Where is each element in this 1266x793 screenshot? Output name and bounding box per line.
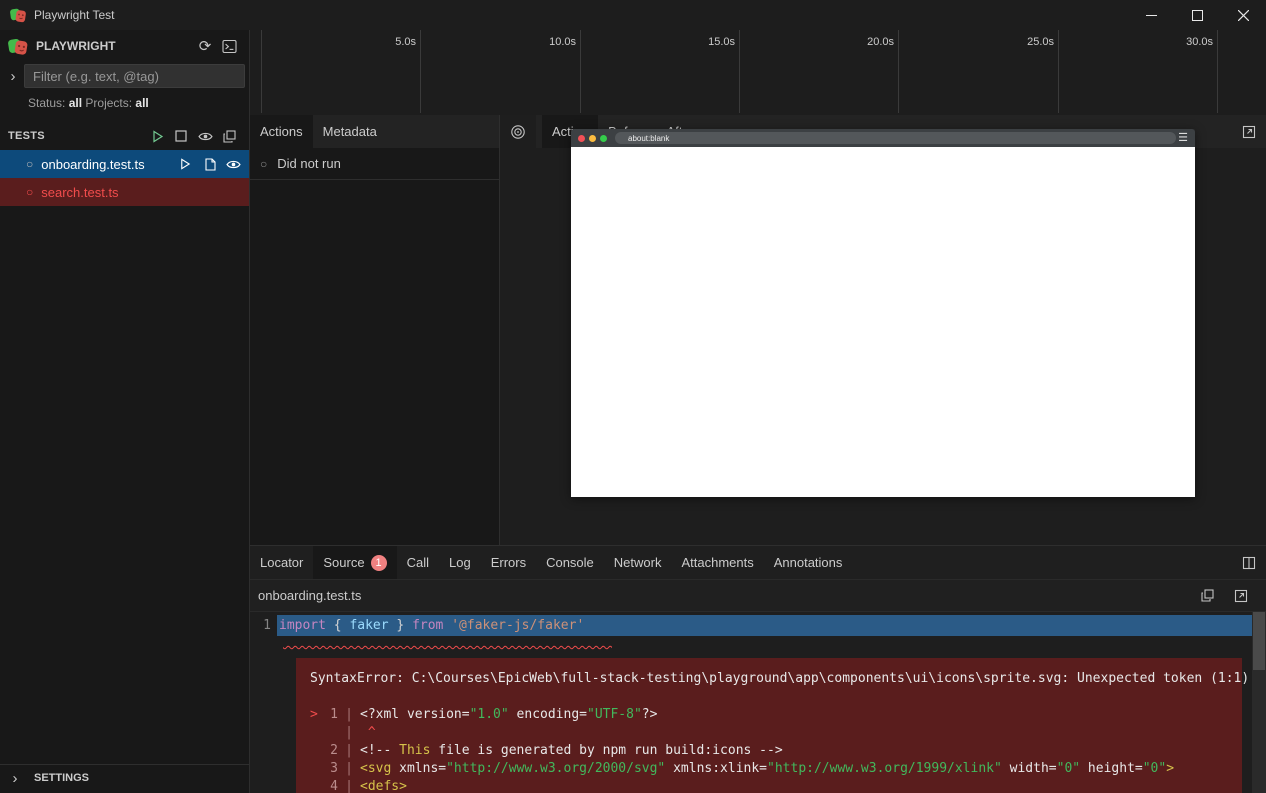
traffic-light-green-icon <box>600 135 607 142</box>
test-item-label: onboarding.test.ts <box>41 157 173 172</box>
tests-title: TESTS <box>8 130 145 142</box>
window-titlebar: Playwright Test <box>0 0 1266 30</box>
run-test-icon[interactable] <box>173 153 197 175</box>
watch-test-eye-icon[interactable] <box>221 153 245 175</box>
error-frame-line: > 1 | <?xml version="1.0" encoding="UTF-… <box>310 706 1226 724</box>
actions-tabbar: Actions Metadata <box>250 115 499 148</box>
actions-panel: Actions Metadata ○ Did not run <box>250 115 500 545</box>
timeline-tick-label: 15.0s <box>675 36 735 48</box>
terminal-icon[interactable] <box>217 34 241 58</box>
open-source-external-icon[interactable] <box>1224 589 1258 603</box>
tab-console[interactable]: Console <box>536 546 604 579</box>
test-item-search[interactable]: ○ search.test.ts <box>0 178 249 206</box>
details-tabbar: Locator Source 1 Call Log Errors Console… <box>250 546 1266 579</box>
tab-attachments[interactable]: Attachments <box>671 546 763 579</box>
tab-errors[interactable]: Errors <box>481 546 536 579</box>
settings-section-header[interactable]: › SETTINGS <box>0 764 249 791</box>
snapshot-panel: Action Before After about:blank ☰ <box>500 115 1266 545</box>
browser-snapshot: about:blank ☰ <box>571 129 1195 497</box>
error-message: SyntaxError: C:\Courses\EpicWeb\full-sta… <box>310 670 1226 688</box>
error-frame-line: 4 | <defs> <box>310 778 1226 793</box>
test-item-onboarding[interactable]: ○ onboarding.test.ts <box>0 150 249 178</box>
timeline-tick-label: 30.0s <box>1153 36 1213 48</box>
source-file-bar: onboarding.test.ts <box>250 579 1266 612</box>
error-squiggle <box>283 636 1266 646</box>
open-snapshot-external-icon[interactable] <box>1232 115 1266 148</box>
test-status-circle-icon: ○ <box>26 185 33 199</box>
tab-metadata[interactable]: Metadata <box>313 115 387 148</box>
timeline-ruler[interactable]: 5.0s 10.0s 15.0s 20.0s 25.0s 30.0s <box>250 30 1266 115</box>
projects-value: all <box>135 96 148 110</box>
error-frame-line: 2 | <!-- This file is generated by npm r… <box>310 742 1226 760</box>
window-title: Playwright Test <box>34 8 114 22</box>
status-circle-icon: ○ <box>260 157 267 171</box>
refresh-icon[interactable]: ⟳ <box>193 34 217 58</box>
hamburger-menu-icon[interactable]: ☰ <box>1178 133 1188 144</box>
tab-annotations[interactable]: Annotations <box>764 546 853 579</box>
playwright-masks-icon <box>8 37 28 55</box>
scrollbar-thumb[interactable] <box>1253 612 1265 670</box>
tab-source[interactable]: Source 1 <box>313 546 396 579</box>
chevron-right-icon[interactable]: › <box>2 68 24 85</box>
stop-icon[interactable] <box>169 125 193 147</box>
run-all-icon[interactable] <box>145 125 169 147</box>
test-item-label: search.test.ts <box>41 185 245 200</box>
sidebar-title: PLAYWRIGHT <box>36 39 193 53</box>
sidebar: PLAYWRIGHT ⟳ › Status: all Projects: all… <box>0 30 250 793</box>
browser-chrome-bar: about:blank ☰ <box>571 129 1195 147</box>
maximize-button[interactable] <box>1174 0 1220 30</box>
tab-network[interactable]: Network <box>604 546 672 579</box>
source-code-view[interactable]: 1 import { faker } from '@faker-js/faker… <box>250 612 1266 793</box>
tab-locator[interactable]: Locator <box>250 546 313 579</box>
source-error-badge: 1 <box>371 555 387 571</box>
filter-input[interactable] <box>24 64 245 88</box>
minimize-button[interactable] <box>1128 0 1174 30</box>
source-scrollbar[interactable] <box>1252 612 1266 793</box>
chevron-right-icon: › <box>8 770 22 787</box>
split-view-icon[interactable] <box>1232 546 1266 579</box>
open-source-file-icon[interactable] <box>197 153 221 175</box>
timeline-tick-label: 10.0s <box>516 36 576 48</box>
snapshot-page-body[interactable] <box>571 147 1195 497</box>
error-frame-caret-line: | ^ <box>310 724 1226 742</box>
tab-log[interactable]: Log <box>439 546 481 579</box>
copy-icon[interactable] <box>1190 589 1224 602</box>
settings-title: SETTINGS <box>34 772 89 784</box>
close-button[interactable] <box>1220 0 1266 30</box>
traffic-light-yellow-icon <box>589 135 596 142</box>
timeline-tick-label: 5.0s <box>356 36 416 48</box>
line-number: 1 <box>250 615 277 636</box>
timeline-tick-label: 20.0s <box>834 36 894 48</box>
tab-call[interactable]: Call <box>397 546 439 579</box>
tab-actions[interactable]: Actions <box>250 115 313 148</box>
traffic-light-red-icon <box>578 135 585 142</box>
details-panel: Locator Source 1 Call Log Errors Console… <box>250 545 1266 793</box>
address-bar[interactable]: about:blank <box>615 132 1176 144</box>
status-value: all <box>69 96 82 110</box>
filter-row: › <box>0 62 249 90</box>
did-not-run-row: ○ Did not run <box>250 148 499 180</box>
filter-status-line: Status: all Projects: all <box>0 90 249 116</box>
did-not-run-label: Did not run <box>277 156 341 171</box>
playwright-logo-icon <box>10 7 26 23</box>
tests-section-header: TESTS <box>0 122 249 150</box>
timeline-tick-label: 25.0s <box>994 36 1054 48</box>
sidebar-header: PLAYWRIGHT ⟳ <box>0 30 249 62</box>
collapse-all-icon[interactable] <box>217 125 241 147</box>
error-frame-line: 3 | <svg xmlns="http://www.w3.org/2000/s… <box>310 760 1226 778</box>
test-status-circle-icon: ○ <box>26 157 33 171</box>
syntax-error-block: SyntaxError: C:\Courses\EpicWeb\full-sta… <box>296 658 1242 793</box>
source-file-name: onboarding.test.ts <box>258 588 1190 603</box>
watch-all-eye-icon[interactable] <box>193 125 217 147</box>
page-url: about:blank <box>628 134 669 143</box>
pick-locator-icon[interactable] <box>500 115 536 148</box>
